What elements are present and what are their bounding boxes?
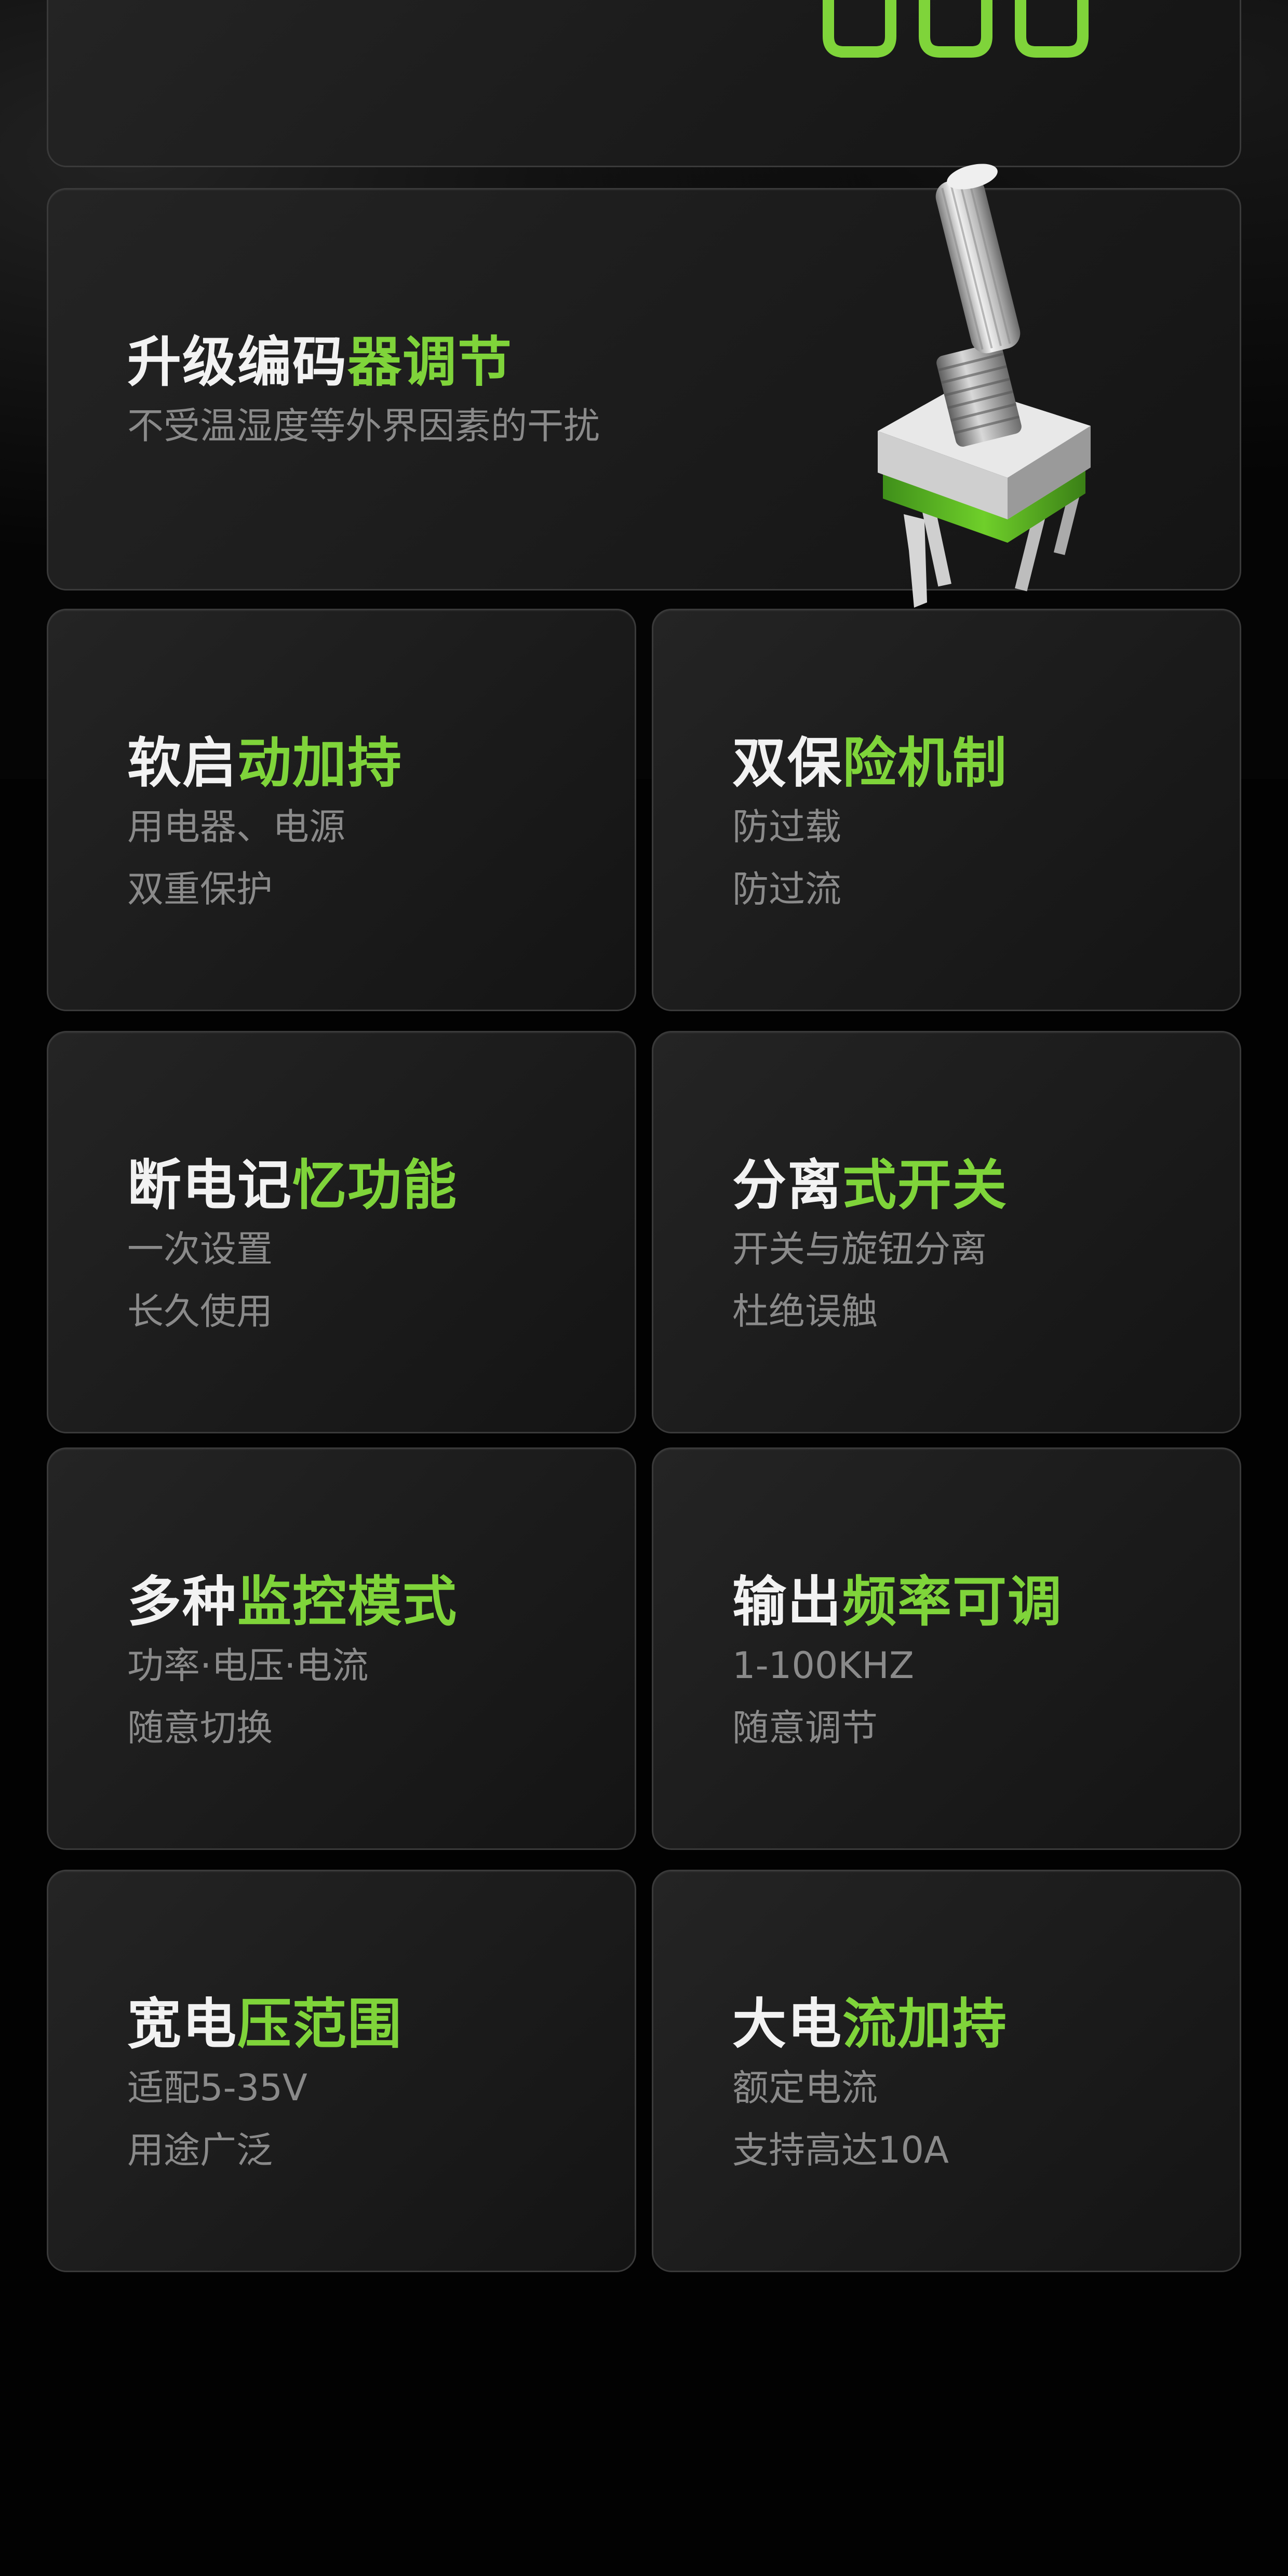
feature-title-accent: 监控模式 xyxy=(237,1570,458,1633)
feature-title-plain: 宽电 xyxy=(127,1992,238,2056)
feature-title-plain: 断电记 xyxy=(127,1153,293,1217)
feature-line2: 防过流 xyxy=(732,868,841,910)
feature-title-plain: 多种 xyxy=(127,1570,238,1633)
feature-line2: 双重保护 xyxy=(127,868,273,910)
feature-title-accent: 忆功能 xyxy=(292,1153,458,1217)
feature-title: 断电记忆功能 xyxy=(127,1158,458,1212)
feature-line1: 用电器、电源 xyxy=(127,806,345,848)
feature-line2: 杜绝误触 xyxy=(732,1290,878,1333)
feature-line1: 防过载 xyxy=(732,806,841,848)
feature-title-accent: 流加持 xyxy=(842,1992,1008,2056)
feature-line2: 随意调节 xyxy=(732,1707,878,1749)
feature-line2: 支持高达10A xyxy=(732,2129,949,2171)
feature-title: 软启动加持 xyxy=(127,736,403,790)
feature-title-accent: 式开关 xyxy=(842,1153,1008,1217)
feature-line1: 适配5-35V xyxy=(127,2067,307,2109)
encoder-title-accent: 器调节 xyxy=(347,330,513,394)
feature-line1: 额定电流 xyxy=(732,2067,878,2109)
encoder-title-plain: 升级编码 xyxy=(127,330,348,394)
rotary-encoder-image xyxy=(878,164,1091,608)
feature-title: 双保险机制 xyxy=(732,736,1008,790)
feature-line1: 1-100KHZ xyxy=(732,1644,914,1687)
feature-title: 输出频率可调 xyxy=(732,1575,1063,1629)
feature-line1: 开关与旋钮分离 xyxy=(732,1228,987,1270)
feature-line1: 一次设置 xyxy=(127,1228,273,1270)
feature-line2: 长久使用 xyxy=(127,1290,273,1333)
feature-title-plain: 大电 xyxy=(732,1992,843,2056)
footer-fragment xyxy=(576,2563,618,2576)
seven-segment-digits xyxy=(823,0,1089,58)
feature-title-plain: 输出 xyxy=(732,1570,843,1633)
feature-line2: 用途广泛 xyxy=(127,2129,273,2171)
feature-line2: 随意切换 xyxy=(127,1707,273,1749)
encoder-title: 升级编码器调节 xyxy=(127,335,513,389)
feature-title: 宽电压范围 xyxy=(127,1997,403,2051)
feature-title-plain: 分离 xyxy=(732,1153,843,1217)
feature-title: 多种监控模式 xyxy=(127,1575,458,1629)
feature-title-plain: 双保 xyxy=(732,731,843,795)
feature-title-accent: 压范围 xyxy=(237,1992,403,2056)
encoder-subtitle: 不受温湿度等外界因素的干扰 xyxy=(127,405,600,447)
feature-title-accent: 频率可调 xyxy=(842,1570,1063,1633)
feature-title-accent: 动加持 xyxy=(237,731,403,795)
feature-title-accent: 险机制 xyxy=(842,731,1008,795)
feature-title: 分离式开关 xyxy=(732,1158,1008,1212)
feature-line1: 功率·电压·电流 xyxy=(127,1644,369,1687)
feature-title-plain: 软启 xyxy=(127,731,238,795)
feature-title: 大电流加持 xyxy=(732,1997,1008,2051)
